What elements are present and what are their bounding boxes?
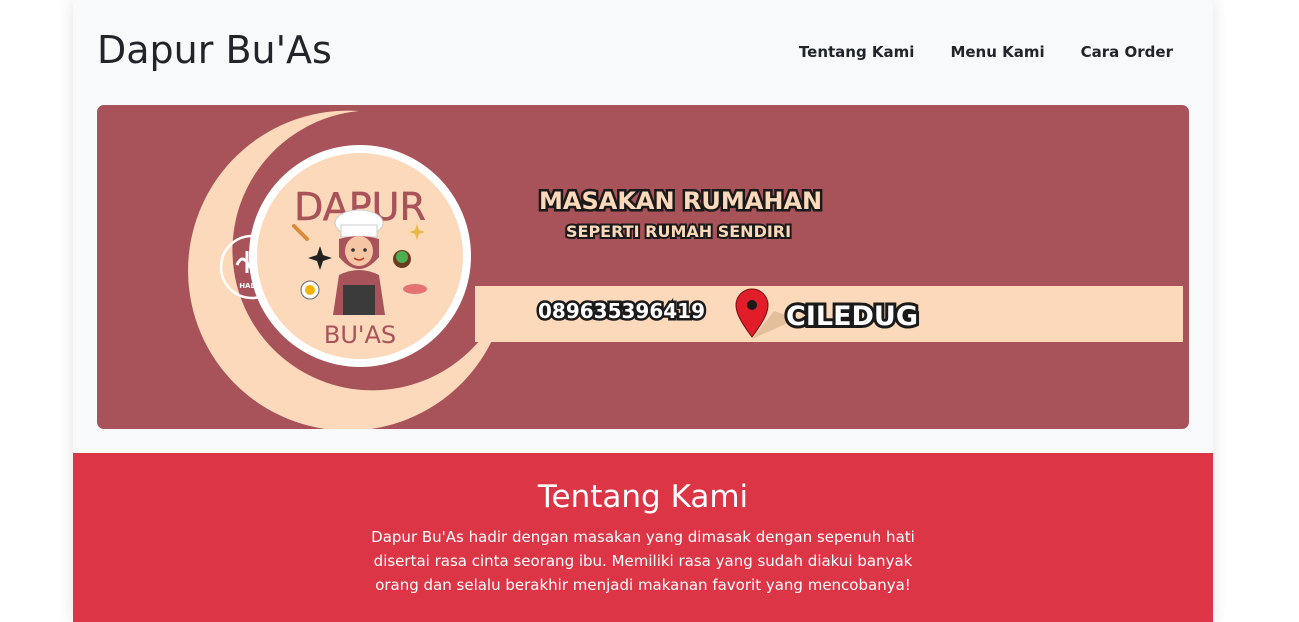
about-description: Dapur Bu'As hadir dengan masakan yang di…: [371, 528, 915, 594]
banner-graphic: HALAL DAPUR BU'AS MASAKAN RUMAHAN SEPERT…: [188, 110, 1183, 429]
navbar: Dapur Bu'As Tentang Kami Menu Kami Cara …: [73, 0, 1213, 105]
nav-link-cara-order[interactable]: Cara Order: [1063, 43, 1191, 61]
location-text: CILEDUG: [786, 301, 918, 332]
hero-banner: HALAL DAPUR BU'AS MASAKAN RUMAHAN SEPERT…: [97, 105, 1189, 429]
about-section: Tentang Kami Dapur Bu'As hadir dengan ma…: [73, 453, 1213, 622]
page-container: Dapur Bu'As Tentang Kami Menu Kami Cara …: [73, 0, 1213, 622]
wok-icon: [403, 284, 427, 294]
nav-link-menu-kami[interactable]: Menu Kami: [932, 43, 1062, 61]
headline: MASAKAN RUMAHAN: [539, 187, 822, 215]
logo-bottom-text: BU'AS: [324, 321, 396, 349]
brand-logo-link[interactable]: Dapur Bu'As: [97, 28, 332, 72]
nav-link-tentang-kami[interactable]: Tentang Kami: [781, 43, 933, 61]
nav-links: Tentang Kami Menu Kami Cara Order: [781, 43, 1191, 61]
subheadline: SEPERTI RUMAH SENDIRI: [566, 222, 791, 241]
about-title: Tentang Kami: [537, 479, 749, 515]
phone-number: 089635396419: [538, 299, 705, 323]
dapur-buas-logo: DAPUR BU'AS: [249, 145, 471, 367]
